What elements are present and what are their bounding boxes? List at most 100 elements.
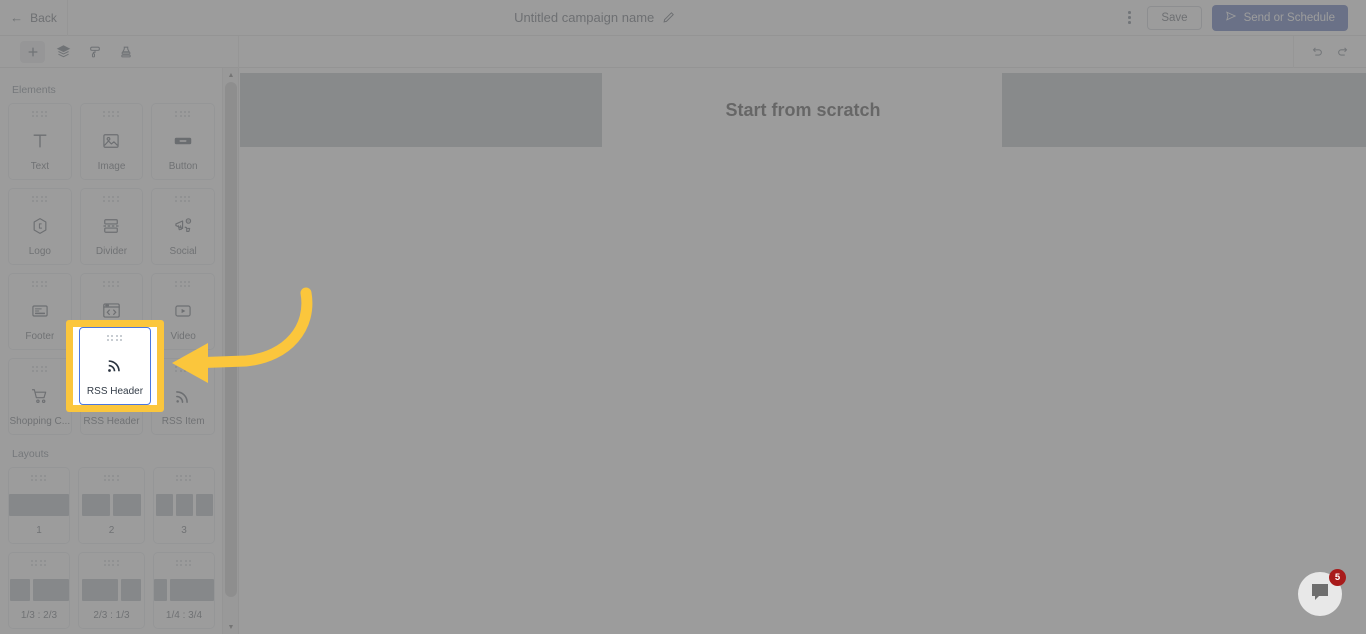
layout-card-label: 1/4 : 3/4: [165, 610, 203, 621]
drag-handle-dots-icon[interactable]: [107, 335, 123, 342]
drag-handle-dots-icon[interactable]: [175, 281, 191, 288]
history-controls: [1294, 36, 1366, 68]
rss-header-highlight: RSS Header: [66, 320, 164, 412]
layout-card-2[interactable]: 2: [78, 467, 145, 544]
element-card-image[interactable]: Image: [79, 103, 144, 180]
element-card-shopping-c[interactable]: Shopping C...: [8, 358, 72, 435]
layouts-section-title: Layouts: [12, 448, 49, 460]
drag-handle-dots-icon[interactable]: [31, 281, 48, 288]
kebab-menu-icon[interactable]: [1121, 8, 1137, 28]
start-from-scratch-label[interactable]: Start from scratch: [640, 100, 966, 121]
element-card-text[interactable]: Text: [8, 103, 72, 180]
drag-handle-dots-icon[interactable]: [176, 475, 192, 482]
drag-handle-dots-icon[interactable]: [175, 196, 191, 203]
layout-preview-icon: [82, 569, 141, 610]
drag-handle-dots-icon[interactable]: [175, 366, 191, 373]
email-canvas[interactable]: Start from scratch: [240, 68, 1366, 634]
chat-widget-button[interactable]: 5: [1298, 569, 1346, 616]
paint-roller-icon[interactable]: [82, 41, 107, 63]
layers-icon[interactable]: [51, 41, 76, 63]
layout-preview-icon: [9, 484, 69, 525]
back-button-label: Back: [30, 10, 57, 25]
pencil-icon[interactable]: [662, 11, 675, 24]
element-card-divider[interactable]: Divider: [79, 188, 144, 265]
element-card-button[interactable]: Button: [151, 103, 215, 180]
layout-card-1-3-2-3[interactable]: 1/3 : 2/3: [8, 552, 70, 629]
sidebar-scrollbar[interactable]: ▲ ▼: [222, 68, 238, 634]
drag-handle-dots-icon[interactable]: [176, 560, 192, 567]
send-button-label: Send or Schedule: [1243, 11, 1335, 24]
layout-card-1-4-3-4[interactable]: 1/4 : 3/4: [153, 552, 215, 629]
elements-section-title: Elements: [12, 84, 56, 96]
layout-card-3[interactable]: 3: [153, 467, 215, 544]
arrow-left-icon: ←: [10, 10, 24, 25]
drag-handle-dots-icon[interactable]: [31, 475, 47, 482]
element-card-label: RSS Header: [86, 386, 144, 397]
layout-preview-icon: [155, 484, 213, 525]
layout-card-label: 1: [36, 525, 42, 536]
footer-icon: [30, 290, 50, 331]
scroll-up-arrow-icon[interactable]: ▲: [223, 68, 238, 82]
element-card-label: Footer: [25, 331, 55, 342]
element-card-footer[interactable]: Footer: [8, 273, 72, 350]
drag-handle-dots-icon[interactable]: [103, 196, 119, 203]
back-button[interactable]: ← Back: [0, 0, 68, 36]
drag-handle-dots-icon[interactable]: [103, 281, 119, 288]
rss-item-icon: [173, 375, 193, 416]
element-card-logo[interactable]: Logo: [8, 188, 72, 265]
drag-handle-dots-icon[interactable]: [31, 196, 48, 203]
element-card-label: Button: [168, 161, 198, 172]
drag-handle-dots-icon[interactable]: [103, 111, 119, 118]
element-card-label: Text: [30, 161, 49, 172]
layout-card-label: 2: [108, 525, 115, 536]
layout-card-2-3-1-3[interactable]: 2/3 : 1/3: [78, 552, 145, 629]
layout-card-label: 1/3 : 2/3: [20, 610, 58, 621]
redo-icon[interactable]: [1336, 45, 1350, 59]
toolbar-tools: [0, 35, 239, 68]
scroll-down-arrow-icon[interactable]: ▼: [223, 620, 238, 634]
rss-icon: [105, 344, 125, 386]
drag-handle-dots-icon[interactable]: [103, 475, 120, 482]
drag-handle-dots-icon[interactable]: [103, 560, 120, 567]
save-button-label: Save: [1161, 11, 1188, 24]
campaign-name: Untitled campaign name: [514, 10, 655, 25]
logo-icon: [30, 205, 50, 246]
stamp-icon[interactable]: [113, 41, 138, 63]
top-bar: ← Back Untitled campaign name Save Send …: [0, 0, 1366, 36]
social-icon: [173, 205, 193, 246]
scrollbar-thumb[interactable]: [225, 82, 237, 597]
element-card-label: Video: [170, 331, 196, 342]
scrollbar-track[interactable]: [223, 82, 238, 620]
element-card-label: RSS Item: [161, 416, 205, 427]
drag-handle-dots-icon[interactable]: [31, 111, 48, 118]
campaign-title-area: Untitled campaign name: [68, 10, 1121, 25]
element-card-label: RSS Header: [83, 416, 140, 427]
layout-preview-icon: [82, 484, 141, 525]
drag-handle-dots-icon[interactable]: [175, 111, 191, 118]
save-button[interactable]: Save: [1147, 5, 1202, 30]
top-bar-actions: Save Send or Schedule: [1121, 4, 1366, 31]
element-card-label: Logo: [28, 246, 51, 257]
undo-icon[interactable]: [1310, 45, 1324, 59]
toolbar-spacer: [239, 35, 1294, 68]
button-icon: [172, 120, 194, 161]
element-card-social[interactable]: Social: [151, 188, 215, 265]
drag-handle-dots-icon[interactable]: [31, 366, 48, 373]
layout-preview-icon: [154, 569, 214, 610]
drag-handle-dots-icon[interactable]: [31, 560, 47, 567]
layout-preview-icon: [9, 569, 69, 610]
element-card-label: Social: [169, 246, 197, 257]
element-card-rss-header-highlighted[interactable]: RSS Header: [79, 327, 151, 405]
layout-card-label: 2/3 : 1/3: [93, 610, 130, 621]
campaign-builder-app: ← Back Untitled campaign name Save Send …: [0, 0, 1366, 634]
send-or-schedule-button[interactable]: Send or Schedule: [1211, 4, 1348, 31]
element-card-label: Divider: [95, 246, 128, 257]
element-card-label: Shopping C...: [9, 416, 71, 427]
chat-unread-badge: 5: [1329, 569, 1346, 586]
shopping-cart-icon: [30, 375, 50, 416]
add-icon[interactable]: [20, 40, 45, 63]
canvas-placeholder-left: [240, 73, 602, 147]
layout-card-1[interactable]: 1: [8, 467, 70, 544]
paper-plane-icon: [1225, 10, 1237, 25]
video-icon: [173, 290, 193, 331]
